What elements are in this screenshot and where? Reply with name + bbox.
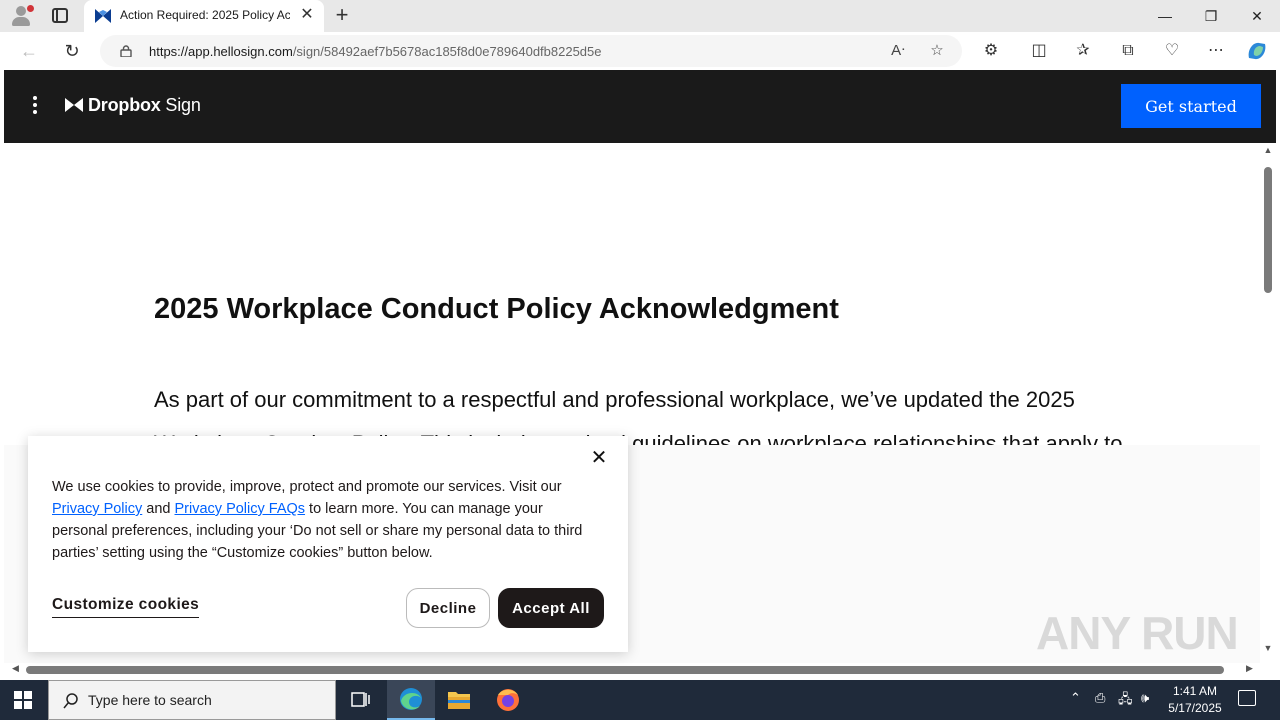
cookie-message: We use cookies to provide, improve, prot… [52, 479, 583, 561]
tray-chevron-icon[interactable]: ⌃ [1070, 690, 1081, 706]
url-text[interactable]: https://app.hellosign.com/sign/58492aef7… [149, 44, 602, 59]
address-bar[interactable]: https://app.hellosign.com/sign/58492aef7… [100, 35, 962, 67]
favorites-icon[interactable]: ✰ [1071, 40, 1095, 62]
refresh-icon[interactable]: ↻ [59, 39, 85, 63]
vertical-scroll-thumb[interactable] [1264, 167, 1272, 293]
menu-kebab-icon[interactable] [30, 96, 40, 116]
anyrun-watermark: ANY RUN [1036, 607, 1239, 659]
windows-taskbar: Type here to search ⌃ ⎙ 🖧 🕪 1:41 AM 5/17… [0, 680, 1280, 720]
scroll-left-icon[interactable]: ◀ [12, 663, 19, 674]
horizontal-scrollbar[interactable]: ◀ ▶ [4, 663, 1260, 677]
extensions-icon[interactable]: ⚙ [979, 40, 1003, 62]
window-close-button[interactable]: ✕ [1234, 0, 1280, 32]
accept-all-button[interactable]: Accept All [498, 588, 604, 628]
brand-name: Dropbox Sign [88, 95, 201, 115]
tab-close-icon[interactable]: ✕ [298, 6, 316, 24]
network-icon[interactable]: 🖧 [1118, 690, 1133, 712]
privacy-faqs-link[interactable]: Privacy Policy FAQs [175, 501, 306, 517]
clock-time: 1:41 AM [1172, 684, 1218, 698]
minimize-button[interactable]: — [1142, 0, 1188, 32]
windows-start-icon[interactable] [14, 691, 32, 709]
clock-date: 5/17/2025 [1168, 701, 1222, 715]
task-view-icon[interactable] [336, 680, 384, 720]
document-page: 2025 Workplace Conduct Policy Acknowledg… [4, 143, 1260, 445]
profile-avatar-icon[interactable] [8, 4, 34, 28]
browser-tab-strip: Action Required: 2025 Policy Ack ✕ + — ❐… [0, 0, 1280, 32]
settings-more-icon[interactable]: ⋯ [1204, 40, 1228, 62]
scroll-up-icon[interactable]: ▲ [1263, 145, 1273, 155]
collections-icon[interactable]: ⧉ [1116, 40, 1140, 62]
firefox-icon[interactable] [484, 680, 532, 720]
dropbox-sign-favicon-icon [95, 9, 111, 23]
tab-actions-icon[interactable] [52, 8, 68, 23]
vertical-scrollbar[interactable]: ▲ ▼ [1260, 143, 1276, 663]
browser-toolbar: ← ↻ https://app.hellosign.com/sign/58492… [0, 32, 1280, 70]
scroll-down-icon[interactable]: ▼ [1263, 643, 1273, 653]
taskbar-clock[interactable]: 1:41 AM 5/17/2025 [1162, 683, 1228, 717]
search-icon [63, 693, 78, 709]
file-explorer-icon[interactable] [435, 680, 483, 720]
browser-tab-active[interactable]: Action Required: 2025 Policy Ack ✕ [84, 0, 324, 32]
taskbar-search-box[interactable]: Type here to search [48, 680, 336, 720]
notification-center-icon[interactable] [1238, 690, 1256, 706]
tray-device-icon[interactable]: ⎙ [1095, 690, 1105, 706]
browser-essentials-icon[interactable]: ♡ [1160, 40, 1184, 62]
edge-taskbar-icon[interactable] [387, 680, 435, 720]
copilot-icon[interactable] [1245, 40, 1269, 62]
cookie-consent-banner: ✕ We use cookies to provide, improve, pr… [28, 436, 628, 652]
site-header: Dropbox Sign Get started [4, 70, 1276, 143]
tab-title: Action Required: 2025 Policy Ack [120, 8, 290, 22]
dropbox-sign-logo-icon [65, 98, 83, 112]
get-started-button[interactable]: Get started [1121, 84, 1261, 128]
favorite-star-icon[interactable]: ☆ [927, 41, 947, 61]
search-placeholder: Type here to search [88, 692, 212, 708]
read-aloud-icon[interactable]: Aᐧ [888, 41, 908, 61]
lock-icon [120, 45, 132, 57]
cookie-close-icon[interactable]: ✕ [589, 448, 609, 468]
document-body: As part of our commitment to a respectfu… [154, 387, 1123, 445]
privacy-policy-link[interactable]: Privacy Policy [52, 501, 142, 517]
horizontal-scroll-thumb[interactable] [26, 666, 1224, 674]
page-viewport: Dropbox Sign Get started 2025 Workplace … [4, 70, 1276, 680]
volume-icon[interactable]: 🕪 [1141, 690, 1149, 706]
restore-button[interactable]: ❐ [1188, 0, 1234, 32]
scroll-right-icon[interactable]: ▶ [1246, 663, 1253, 674]
new-tab-button[interactable]: + [330, 4, 354, 28]
url-path: /sign/58492aef7b5678ac185f8d0e789640dfb8… [292, 44, 602, 59]
split-screen-icon[interactable]: ◫ [1027, 40, 1051, 62]
url-host: https://app.hellosign.com [149, 44, 293, 59]
back-arrow-icon[interactable]: ← [16, 39, 42, 63]
customize-cookies-link[interactable]: Customize cookies [52, 596, 200, 618]
decline-button[interactable]: Decline [406, 588, 490, 628]
document-heading: 2025 Workplace Conduct Policy Acknowledg… [154, 293, 839, 325]
